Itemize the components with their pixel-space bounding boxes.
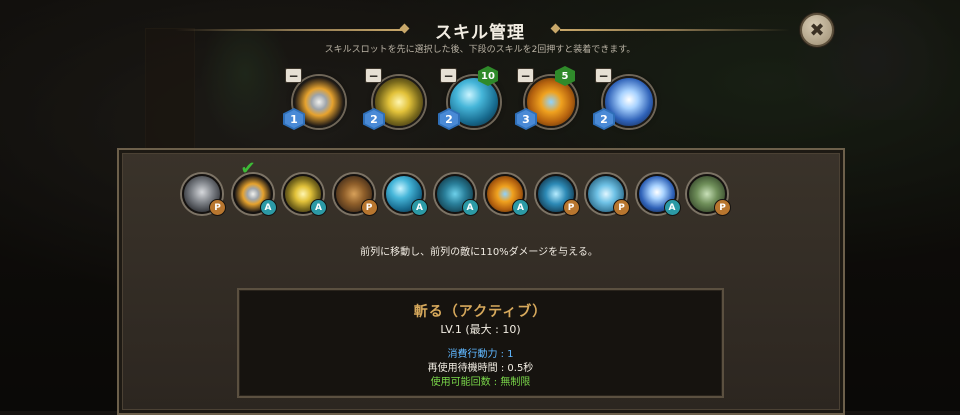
equipped-slot[interactable]: −1 bbox=[283, 68, 349, 132]
skill-type-badge: A bbox=[461, 199, 479, 216]
skill-type-badge: P bbox=[360, 199, 378, 216]
skill-detail-box: 斬る（アクティブ） LV.1 (最大 : 10) 消費行動力 : 1 再使用待機… bbox=[237, 288, 724, 398]
skill-item[interactable]: A bbox=[283, 174, 327, 216]
skill-item[interactable]: A bbox=[434, 174, 479, 216]
skill-type-badge: P bbox=[613, 199, 630, 216]
skill-item[interactable]: P bbox=[333, 174, 378, 216]
close-button[interactable]: ✖ bbox=[800, 13, 834, 47]
skill-description: 前列に移動し、前列の敵に110%ダメージを与える。 bbox=[360, 247, 598, 258]
skill-item[interactable]: P bbox=[687, 174, 731, 216]
skill-type-badge: A bbox=[310, 199, 327, 216]
skill-uses: 使用可能回数 : 無制限 bbox=[430, 377, 531, 388]
equipped-slot[interactable]: −2 10 bbox=[438, 66, 504, 132]
skill-type-badge: A bbox=[259, 199, 277, 216]
remove-skill-button[interactable]: − bbox=[440, 68, 457, 83]
skill-cooldown: 再使用待機時間 : 0.5秒 bbox=[427, 363, 534, 374]
checkmark-icon: ✔ bbox=[240, 158, 256, 179]
remove-skill-button[interactable]: − bbox=[285, 68, 302, 83]
close-icon: ✖ bbox=[809, 19, 825, 41]
skill-item[interactable]: A ✔ bbox=[232, 158, 277, 216]
skill-item[interactable]: A bbox=[636, 174, 681, 216]
skill-item[interactable]: P bbox=[586, 174, 630, 216]
equipped-slot[interactable]: −3 5 bbox=[515, 66, 581, 132]
remove-skill-button[interactable]: − bbox=[365, 68, 382, 83]
skill-type-badge: P bbox=[562, 199, 580, 216]
skill-type-badge: A bbox=[411, 199, 428, 216]
skill-type-badge: A bbox=[512, 199, 529, 216]
remove-skill-button[interactable]: − bbox=[595, 68, 612, 83]
skill-type-badge: P bbox=[209, 199, 226, 216]
skill-item[interactable]: P bbox=[535, 174, 580, 216]
skill-action-cost: 消費行動力 : 1 bbox=[447, 349, 514, 360]
skill-type-badge: A bbox=[663, 199, 681, 216]
remove-skill-button[interactable]: − bbox=[517, 68, 534, 83]
skill-level: LV.1 (最大 : 10) bbox=[440, 323, 521, 336]
skill-item[interactable]: P bbox=[182, 174, 226, 216]
equipped-slot[interactable]: −2 bbox=[593, 68, 659, 132]
skill-name: 斬る（アクティブ） bbox=[413, 304, 548, 320]
skill-item[interactable]: A bbox=[485, 174, 529, 216]
skill-item[interactable]: A bbox=[384, 174, 428, 216]
equipped-slot[interactable]: −2 bbox=[363, 68, 429, 132]
skill-type-badge: P bbox=[714, 199, 731, 216]
